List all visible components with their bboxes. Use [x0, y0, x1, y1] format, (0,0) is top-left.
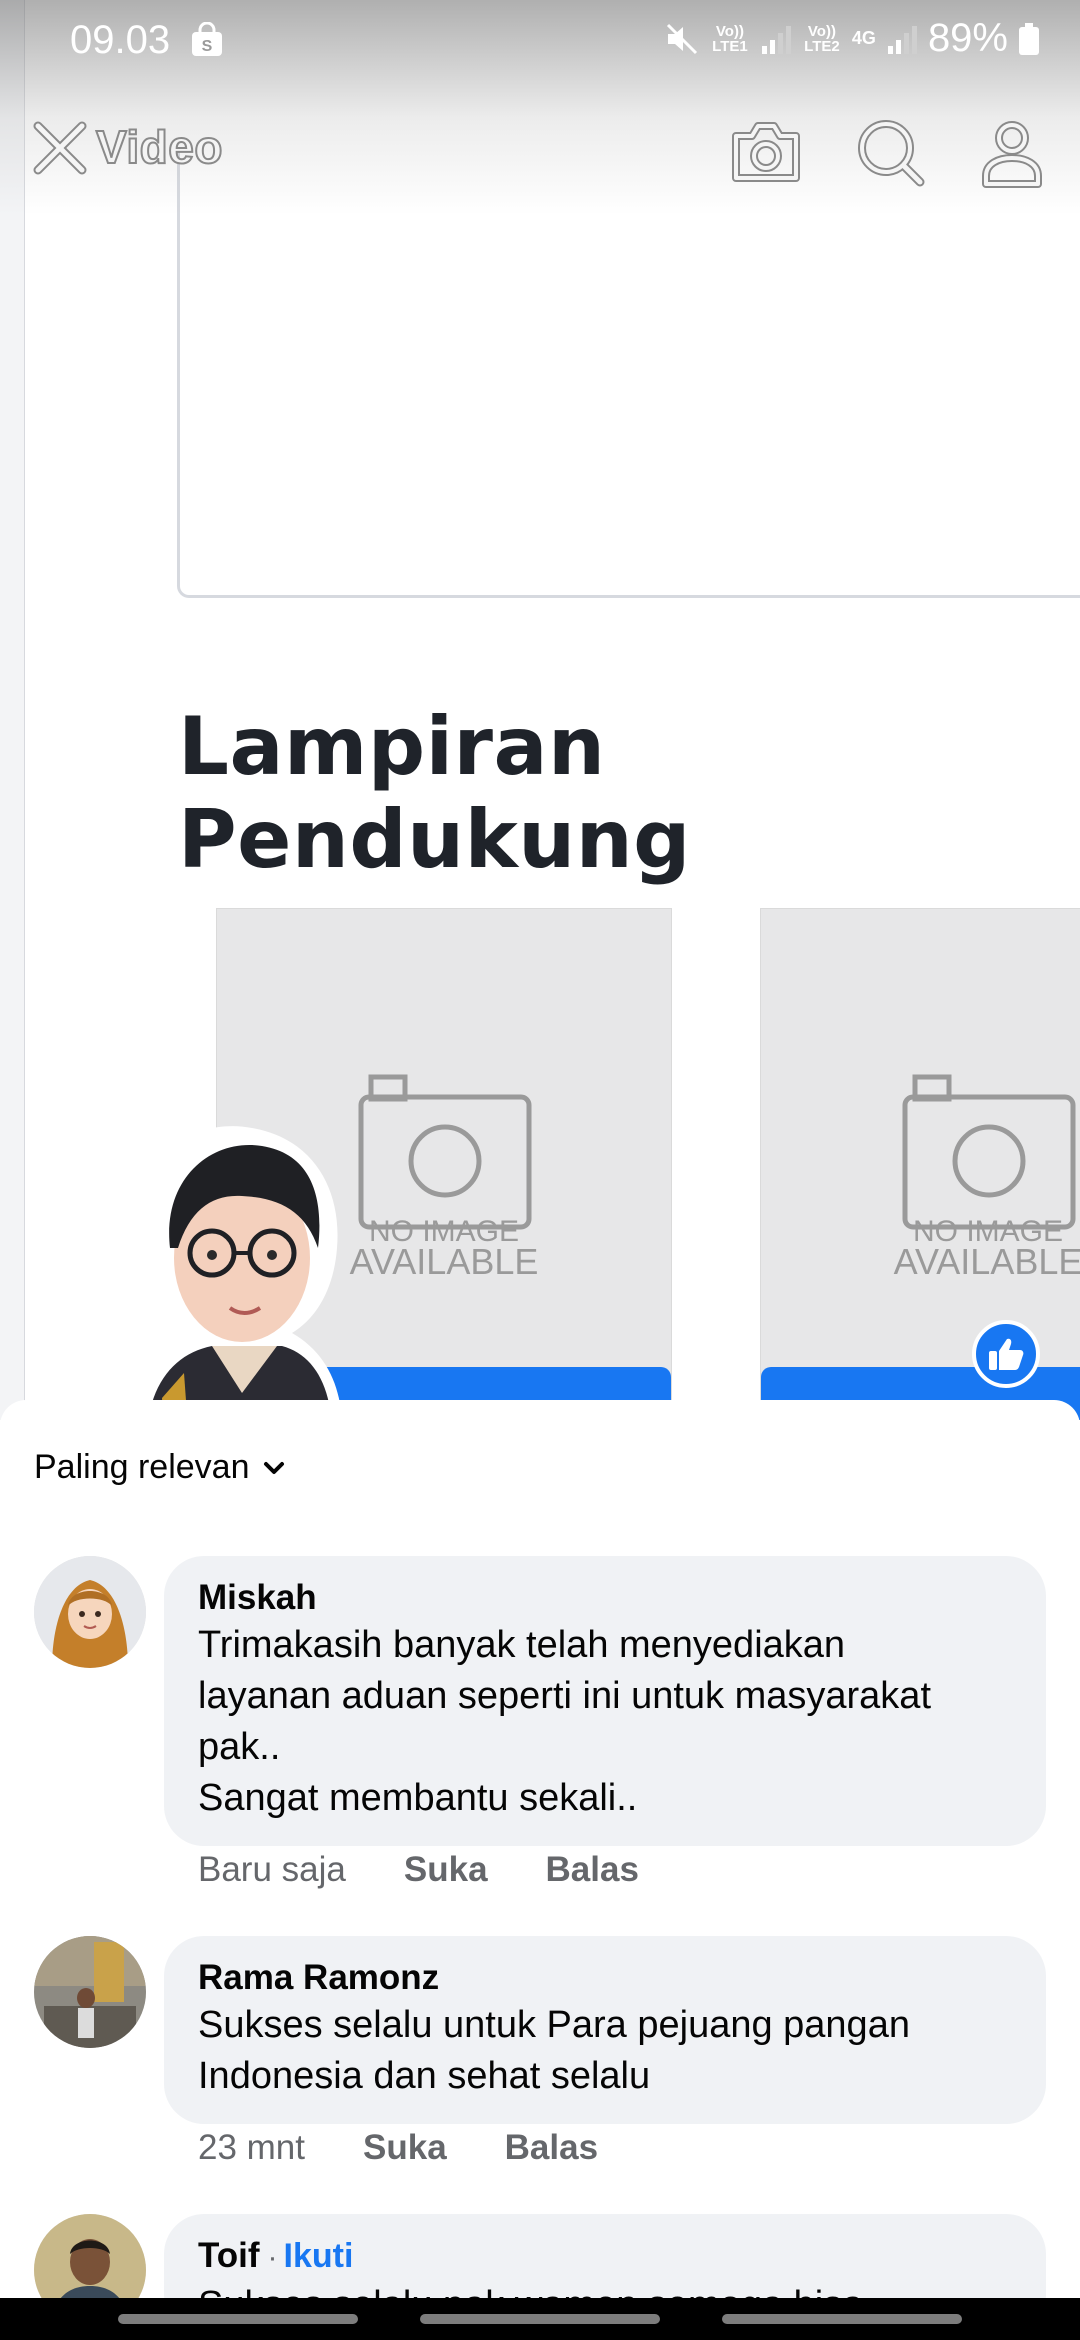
- battery-icon: [1019, 22, 1039, 55]
- separator-dot: ·: [267, 2241, 278, 2274]
- network-type: 4G: [851, 28, 876, 48]
- comment-author[interactable]: Toif: [198, 2236, 260, 2275]
- status-time: 09.03: [70, 18, 171, 62]
- no-image-label: NO IMAGE AVAILABLE: [761, 1217, 1080, 1282]
- sort-dropdown[interactable]: Paling relevan: [34, 1448, 287, 1487]
- follow-button[interactable]: Ikuti: [284, 2237, 354, 2275]
- comment-time: 23 mnt: [198, 2128, 305, 2167]
- comment-time: Baru saja: [198, 1850, 346, 1889]
- comment-header: Toif · Ikuti: [198, 2234, 1012, 2280]
- system-nav-bar: [0, 2298, 1080, 2340]
- comment-actions: Baru saja Suka Balas: [198, 1850, 639, 1890]
- home-button[interactable]: [420, 2314, 660, 2324]
- comment-bubble[interactable]: Rama Ramonz Sukses selalu untuk Para pej…: [164, 1936, 1046, 2124]
- recents-button[interactable]: [118, 2314, 358, 2324]
- status-indicators: Vo)) LTE1 Vo)) LTE2 4G 89%: [664, 16, 1040, 61]
- close-icon[interactable]: [30, 118, 90, 178]
- avatar-image: [34, 2214, 146, 2300]
- shopping-bag-icon: S: [192, 22, 222, 56]
- avatar-image: [34, 1556, 146, 1668]
- toolbar-title: Video: [95, 120, 223, 174]
- avatar-image: [34, 1936, 146, 2048]
- like-reaction-badge: [972, 1320, 1040, 1388]
- search-icon[interactable]: [852, 114, 928, 190]
- presenter-avatar-sticker: [128, 1126, 342, 1420]
- sim2-label: Vo)) LTE2: [804, 22, 840, 55]
- sort-label: Paling relevan: [34, 1448, 250, 1486]
- comment-text: Sukses selalu pak,wamen semoga bisa: [198, 2280, 1012, 2300]
- form-box: [177, 150, 1080, 598]
- camera-placeholder-icon: [358, 1074, 532, 1230]
- avatar[interactable]: [34, 2214, 146, 2300]
- back-button[interactable]: [722, 2314, 962, 2324]
- comment-text: Trimakasih banyak telah menyediakan laya…: [198, 1624, 932, 1819]
- no-image-line2: AVAILABLE: [893, 1241, 1080, 1282]
- profile-icon[interactable]: [974, 114, 1050, 190]
- video-player[interactable]: Lampiran Pendukung NO IMAGE AVAILABLE NO…: [0, 0, 1080, 1420]
- chevron-down-icon: [264, 1461, 285, 1474]
- avatar[interactable]: [34, 1556, 146, 1668]
- comment-text: Sukses selalu untuk Para pejuang pangan …: [198, 2004, 910, 2097]
- video-toolbar: Video: [0, 110, 1080, 190]
- reply-button[interactable]: Balas: [546, 1850, 639, 1890]
- svg-text:S: S: [202, 38, 213, 55]
- like-button[interactable]: Suka: [404, 1850, 488, 1890]
- comments-sheet: Paling relevan Miskah Trimakasih banyak …: [0, 1400, 1080, 2300]
- status-bar: 09.03 S Vo)) LTE1 Vo)) LTE2 4G 89%: [0, 0, 1080, 80]
- battery-percent: 89%: [927, 16, 1008, 60]
- camera-placeholder-icon: [902, 1074, 1076, 1230]
- signal-icon: [887, 25, 917, 54]
- comment-author[interactable]: Rama Ramonz: [198, 1956, 1012, 2000]
- comment-bubble[interactable]: Miskah Trimakasih banyak telah menyediak…: [164, 1556, 1046, 1846]
- avatar[interactable]: [34, 1936, 146, 2048]
- reply-button[interactable]: Balas: [505, 2128, 598, 2168]
- signal-icon: [761, 25, 791, 54]
- like-button[interactable]: Suka: [363, 2128, 447, 2168]
- comment-actions: 23 mnt Suka Balas: [198, 2128, 598, 2168]
- camera-icon[interactable]: [728, 114, 804, 190]
- comment-author[interactable]: Miskah: [198, 1576, 1012, 1620]
- video-section-title: Lampiran Pendukung: [178, 700, 691, 886]
- attachment-card: NO IMAGE AVAILABLE: [760, 908, 1080, 1420]
- sim1-label: Vo)) LTE1: [712, 22, 748, 55]
- thumbs-up-icon: [989, 1338, 1024, 1370]
- mute-icon: [666, 23, 697, 54]
- comment-bubble[interactable]: Toif·Ikuti Sukses selalu pak,wamen semog…: [164, 2214, 1046, 2300]
